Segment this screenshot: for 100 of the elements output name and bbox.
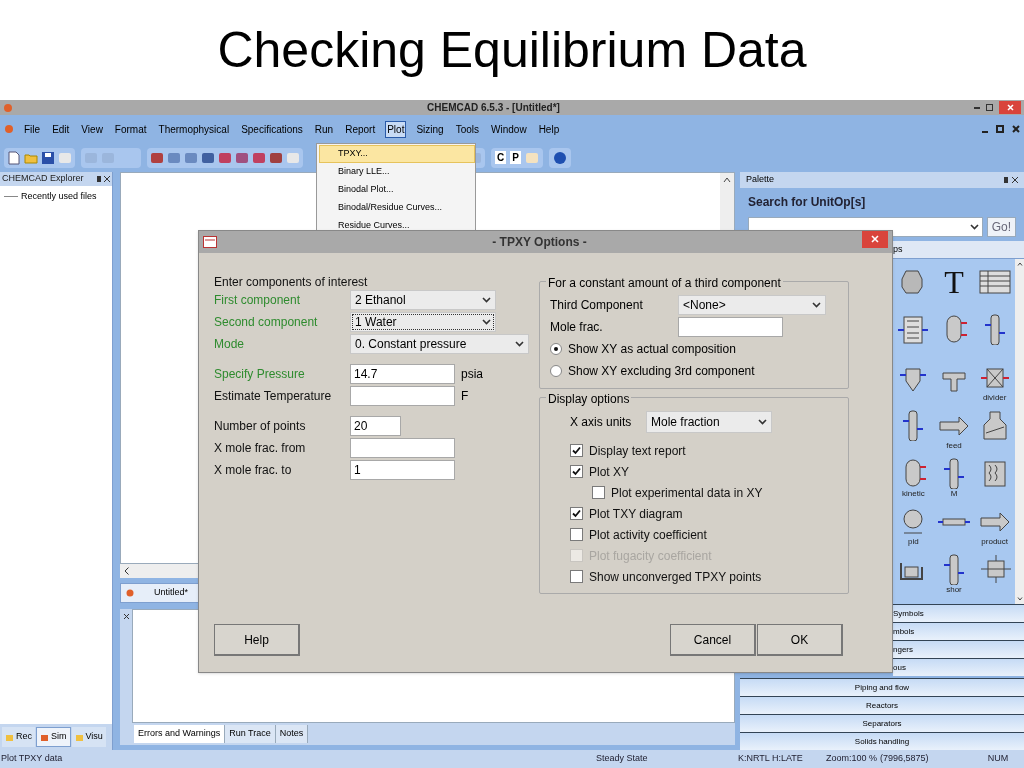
input-field[interactable]: [350, 438, 455, 458]
field-label: Mole frac.: [550, 319, 604, 336]
field-label: X axis units: [570, 414, 633, 431]
input-field[interactable]: [678, 317, 783, 337]
menu-item[interactable]: Window: [489, 120, 529, 138]
menu-item[interactable]: Edit: [50, 120, 72, 138]
category-bar[interactable]: ous: [893, 658, 1024, 676]
checkbox[interactable]: [570, 465, 583, 478]
menu-item[interactable]: Tools: [453, 120, 482, 138]
input-field[interactable]: 14.7: [350, 364, 455, 384]
palette-tab[interactable]: ps: [893, 242, 903, 257]
input-field[interactable]: 20: [350, 416, 401, 436]
checkbox-label: Show unconverged TPXY points: [589, 568, 762, 586]
toolbar-letter-button[interactable]: P: [510, 151, 521, 164]
panel-tab[interactable]: Visu: [71, 727, 106, 747]
new-file-icon[interactable]: [7, 150, 21, 165]
dropdown-field[interactable]: <None>: [678, 295, 826, 315]
menu-item[interactable]: Sizing: [414, 120, 446, 138]
panel-icon[interactable]: [896, 313, 931, 345]
menu-item[interactable]: Thermophysical: [156, 120, 232, 138]
minimize-icon[interactable]: [974, 106, 980, 109]
checkbox[interactable]: [592, 486, 605, 499]
category-bar[interactable]: Solids handling: [740, 732, 1024, 750]
menu-item[interactable]: Run: [312, 120, 336, 138]
field-label: Third Component: [550, 297, 644, 314]
square-icon[interactable]: [218, 150, 232, 165]
maximize-icon[interactable]: [986, 104, 993, 111]
info-icon[interactable]: [552, 150, 567, 165]
category-bar[interactable]: Reactors: [740, 696, 1024, 714]
dropdown-field[interactable]: Mole fraction: [646, 411, 772, 433]
menu-item[interactable]: Report: [343, 120, 378, 138]
menu-item[interactable]: Specifications: [239, 120, 305, 138]
close-icon[interactable]: [104, 176, 110, 182]
close-button[interactable]: [862, 230, 888, 248]
dropdown-field[interactable]: 0. Constant pressure: [350, 334, 529, 354]
radio-button[interactable]: [550, 365, 562, 377]
window-title: CHEMCAD 6.5.3 - [Untitled*]: [426, 101, 561, 115]
menu-item[interactable]: Help: [536, 120, 562, 138]
category-bar[interactable]: Piping and flow: [740, 678, 1024, 696]
menu-entry[interactable]: Binodal Plot...: [319, 181, 475, 199]
dropdown-field[interactable]: 2 Ethanol: [350, 290, 496, 310]
message-tab[interactable]: Errors and Warnings: [134, 725, 226, 743]
panel-tab[interactable]: Rec: [2, 727, 35, 747]
scroll-up-icon[interactable]: [1016, 262, 1023, 266]
restore-icon[interactable]: [996, 125, 1004, 133]
menu-item[interactable]: File: [22, 120, 43, 138]
menu-entry[interactable]: Binodal/Residue Curves...: [319, 199, 475, 217]
field-label: First component: [214, 292, 302, 309]
checkbox[interactable]: [570, 507, 583, 520]
close-icon[interactable]: [1012, 125, 1020, 133]
app-logo-icon: [3, 102, 13, 113]
panel-title: Palette: [746, 173, 776, 187]
checkbox[interactable]: [570, 444, 583, 457]
field-label: X mole frac. to: [214, 462, 293, 479]
text-tool-icon[interactable]: T: [944, 265, 964, 299]
tree-item[interactable]: Recently used files: [21, 190, 97, 204]
category-bar[interactable]: mbols: [893, 622, 1024, 640]
scroll-left-icon[interactable]: [124, 567, 129, 575]
folder-icon: [5, 732, 14, 742]
menu-entry[interactable]: Binary LLE...: [319, 163, 475, 181]
square-icon[interactable]: [184, 150, 198, 165]
cancel-button[interactable]: Cancel: [670, 624, 756, 656]
square-icon[interactable]: [235, 150, 249, 165]
input-field[interactable]: 1: [350, 460, 455, 480]
toolbar-letter-button[interactable]: C: [495, 151, 507, 164]
category-bar[interactable]: Symbols: [893, 604, 1024, 622]
dialog-title: - TPXY Options -: [491, 234, 588, 251]
close-button[interactable]: [999, 101, 1021, 114]
scroll-down-icon[interactable]: [1016, 597, 1023, 601]
scroll-up-icon[interactable]: [723, 177, 731, 183]
panel-tab[interactable]: Sim: [36, 727, 71, 747]
category-bar[interactable]: Separators: [740, 714, 1024, 732]
document-icon: [203, 236, 217, 248]
close-icon[interactable]: [1012, 177, 1018, 183]
close-icon[interactable]: [122, 613, 130, 620]
save-icon[interactable]: [41, 150, 55, 165]
menu-entry[interactable]: TPXY...: [319, 145, 475, 163]
square-icon[interactable]: [269, 150, 283, 165]
help-button[interactable]: Help: [214, 624, 300, 656]
ok-button[interactable]: OK: [757, 624, 843, 656]
panel-title: CHEMCAD Explorer: [2, 172, 85, 186]
square-icon[interactable]: [167, 150, 181, 165]
square-icon[interactable]: [201, 150, 215, 165]
field-label: Mode: [214, 336, 246, 353]
dropdown-field[interactable]: 1 Water: [350, 312, 496, 332]
menu-item[interactable]: Plot: [385, 120, 407, 138]
radio-button[interactable]: [550, 343, 562, 355]
square-icon[interactable]: [150, 150, 164, 165]
go-button[interactable]: Go!: [986, 217, 1016, 237]
menu-item[interactable]: View: [79, 120, 105, 138]
input-field[interactable]: [350, 386, 455, 406]
checkbox-label: Plot TXY diagram: [589, 505, 683, 523]
message-tab[interactable]: Notes: [275, 725, 309, 743]
menu-item[interactable]: Format: [112, 120, 149, 138]
field-label: Estimate Temperature: [214, 388, 333, 405]
message-tab[interactable]: Run Trace: [225, 725, 276, 743]
category-bar[interactable]: ngers: [893, 640, 1024, 658]
checkbox[interactable]: [570, 528, 583, 541]
square-icon[interactable]: [252, 150, 266, 165]
checkbox[interactable]: [570, 570, 583, 583]
